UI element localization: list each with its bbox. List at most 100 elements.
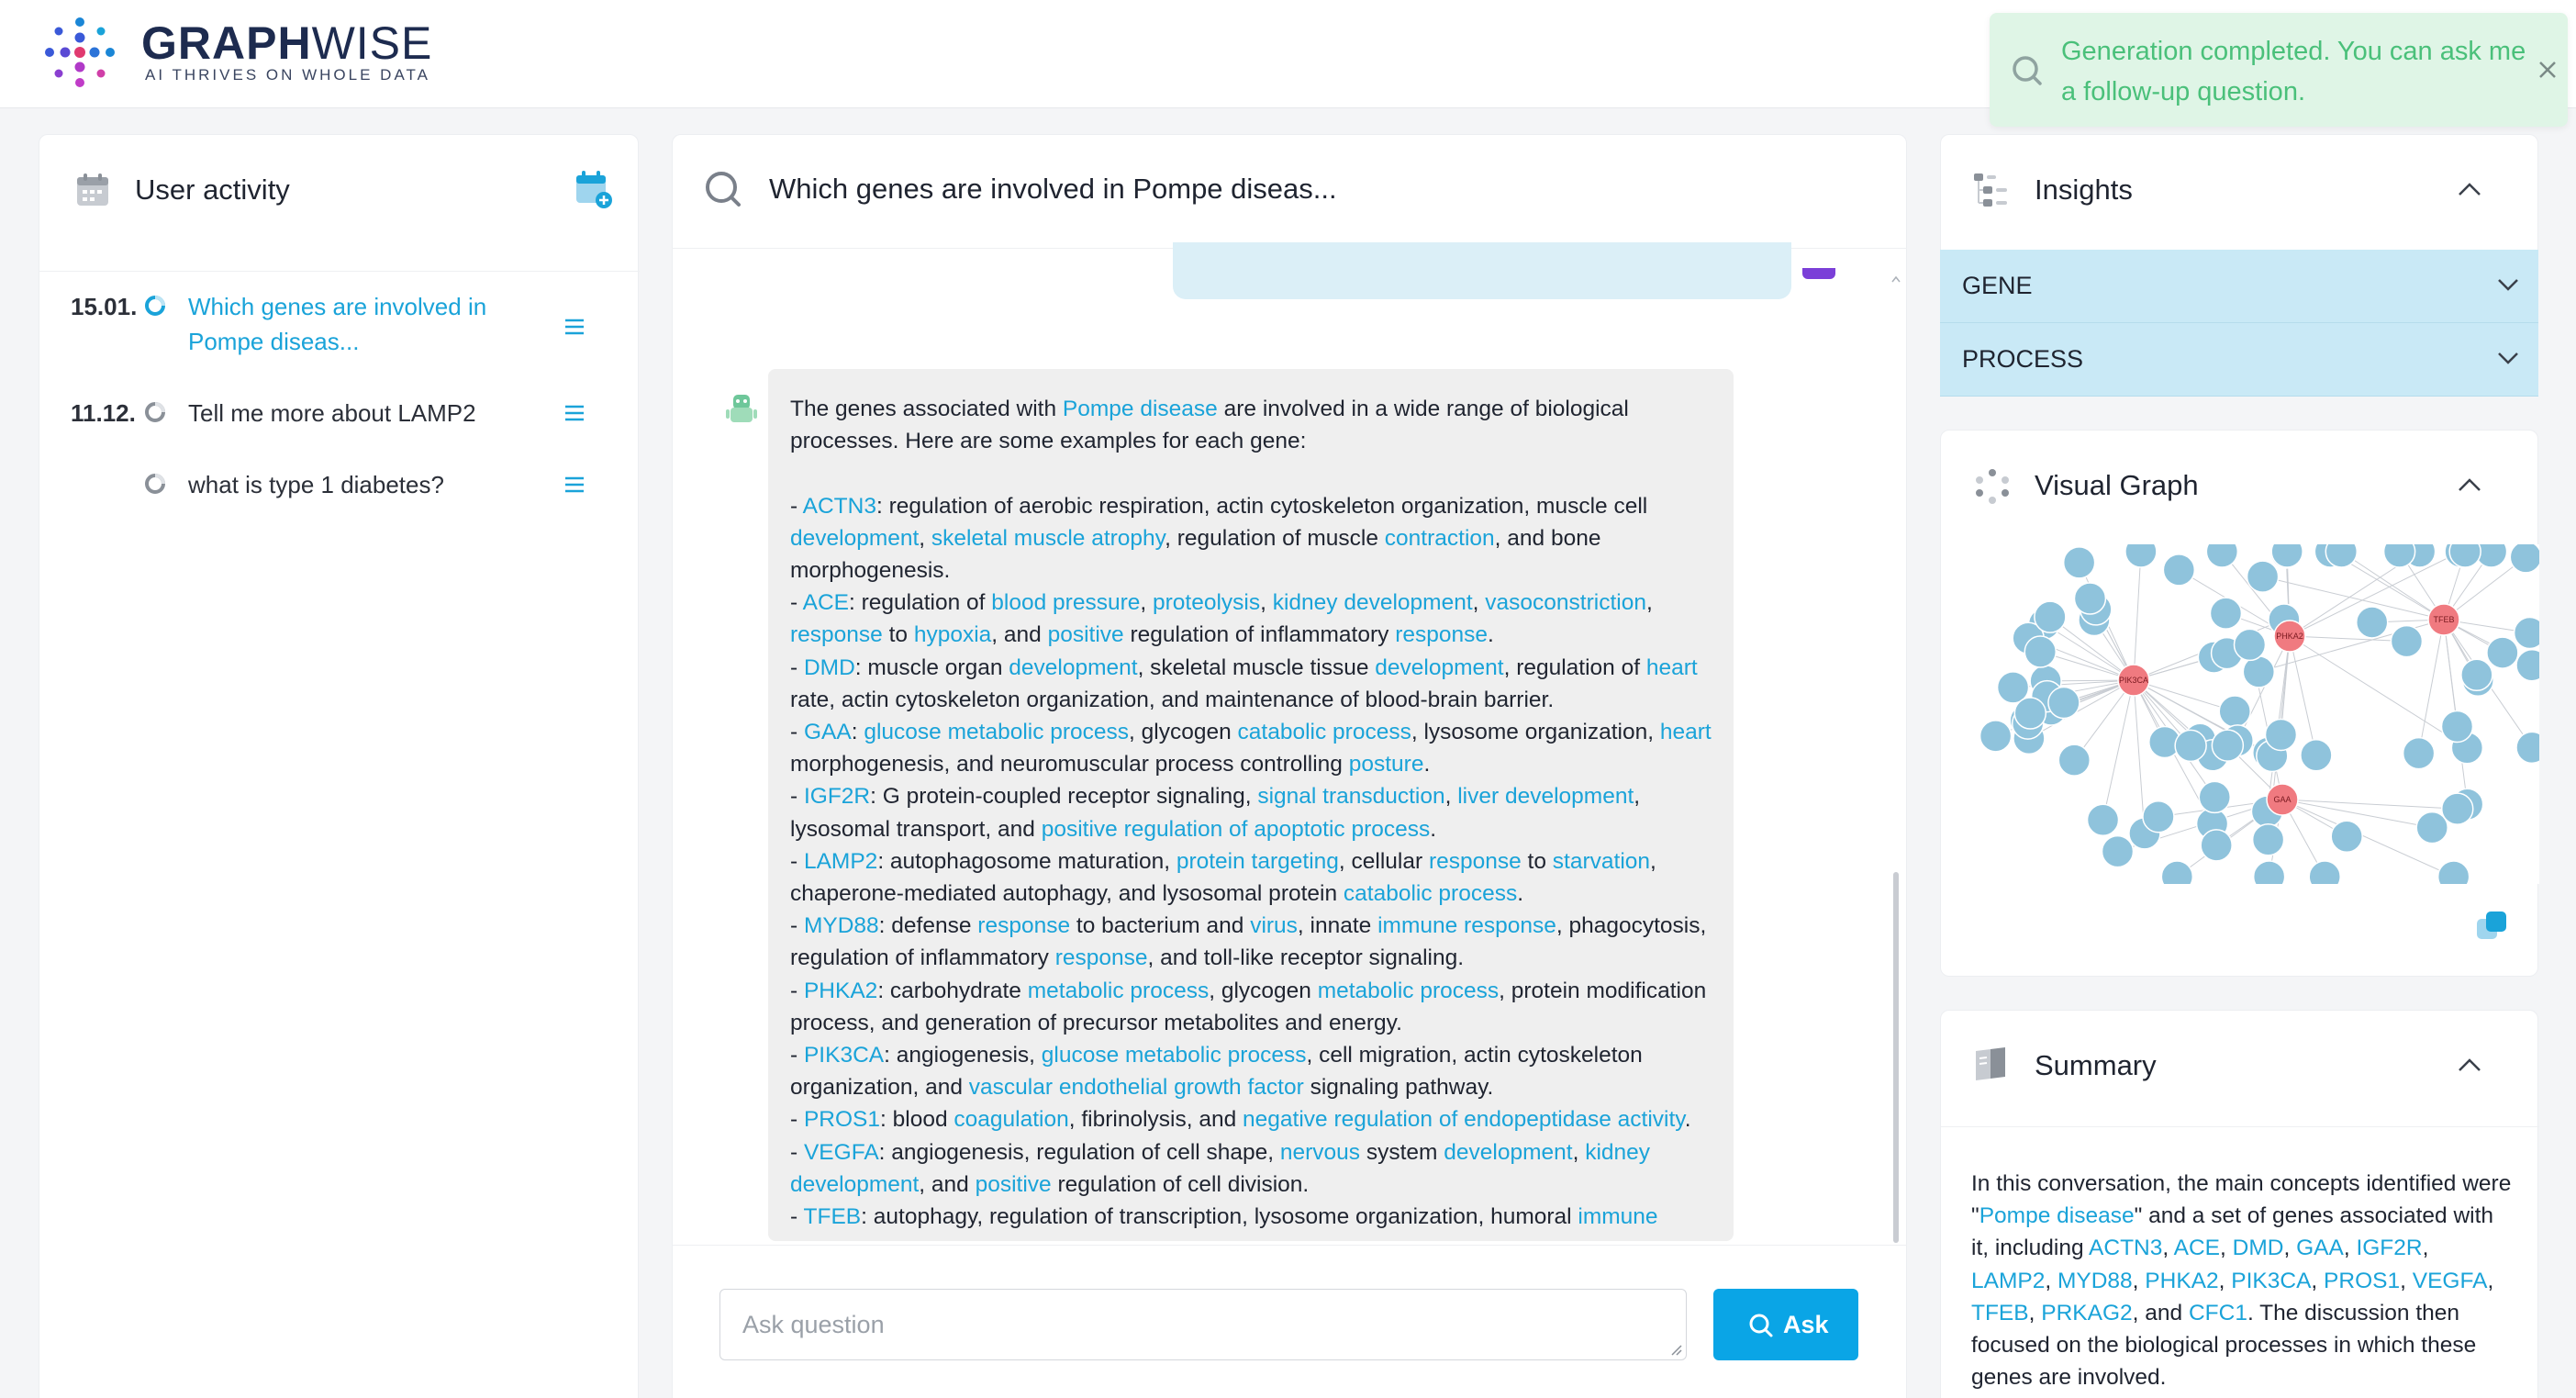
fullscreen-graph-icon[interactable]	[2473, 908, 2510, 945]
concept-link[interactable]: IGF2R	[804, 784, 870, 809]
concept-link[interactable]: PROS1	[804, 1107, 880, 1132]
concept-link[interactable]: IGF2R	[2356, 1236, 2422, 1260]
history-item-text[interactable]: Which genes are involved in Pompe diseas…	[188, 289, 519, 359]
graph-node[interactable]	[2509, 544, 2539, 574]
graph-node[interactable]	[2390, 624, 2424, 658]
graph-node[interactable]	[2513, 616, 2539, 650]
concept-link[interactable]: development	[1375, 655, 1503, 680]
ask-question-input[interactable]	[720, 1290, 1686, 1359]
graph-node[interactable]	[2251, 823, 2285, 856]
graph-node[interactable]	[1979, 720, 2013, 753]
graph-node[interactable]	[2142, 800, 2175, 833]
graph-node[interactable]	[2047, 686, 2080, 720]
chevron-down-icon[interactable]	[2496, 277, 2520, 292]
concept-link[interactable]: positive regulation of apoptotic process	[1042, 817, 1431, 842]
concept-link[interactable]: response	[1429, 849, 1522, 874]
concept-link[interactable]: starvation	[1553, 849, 1650, 874]
concept-link[interactable]: posture	[1349, 752, 1424, 777]
concept-link[interactable]: kidney development	[1273, 590, 1473, 615]
concept-link[interactable]: ACTN3	[803, 494, 876, 519]
concept-link[interactable]: blood pressure	[991, 590, 1140, 615]
concept-link[interactable]: catabolic process	[1344, 881, 1517, 906]
concept-link[interactable]: ACE	[803, 590, 849, 615]
graph-node[interactable]	[2233, 628, 2267, 662]
concept-link[interactable]: heart	[1660, 720, 1712, 744]
concept-link[interactable]: glucose metabolic process	[1042, 1043, 1307, 1068]
concept-link[interactable]: catabolic process	[1238, 720, 1411, 744]
concept-link[interactable]: GAA	[2296, 1236, 2344, 1260]
graph-node[interactable]	[2211, 729, 2245, 762]
concept-link[interactable]: PRKAG2	[2041, 1301, 2132, 1325]
concept-link[interactable]: skeletal muscle atrophy	[931, 526, 1165, 551]
concept-link[interactable]: MYD88	[2057, 1269, 2133, 1293]
concept-link[interactable]: heart	[1646, 655, 1698, 680]
graph-node[interactable]	[2101, 834, 2135, 868]
graph-node[interactable]	[2440, 792, 2474, 825]
concept-link[interactable]: nervous	[1280, 1140, 1360, 1165]
concept-link[interactable]: VEGFA	[804, 1140, 879, 1165]
insight-row-process[interactable]: PROCESS	[1940, 323, 2538, 397]
history-item-text[interactable]: what is type 1 diabetes?	[188, 467, 537, 502]
concept-link[interactable]: LAMP2	[1971, 1269, 2045, 1293]
concept-link[interactable]: glucose metabolic process	[864, 720, 1129, 744]
concept-link[interactable]: immune response	[1377, 913, 1556, 938]
concept-link[interactable]: vasoconstriction	[1485, 590, 1646, 615]
concept-link[interactable]: virus	[1250, 913, 1298, 938]
chevron-up-icon[interactable]	[2457, 476, 2482, 493]
history-item-text[interactable]: Tell me more about LAMP2	[188, 396, 537, 431]
concept-link[interactable]: metabolic process	[1318, 979, 1499, 1003]
close-icon[interactable]	[2531, 53, 2564, 86]
graph-node[interactable]	[2264, 718, 2298, 752]
concept-link[interactable]: development	[1009, 655, 1137, 680]
graph-node[interactable]	[2486, 636, 2519, 669]
concept-link[interactable]: PROS1	[2324, 1269, 2400, 1293]
graph-node[interactable]	[2402, 736, 2436, 770]
concept-link[interactable]: vascular endothelial growth factor	[969, 1075, 1304, 1100]
graph-node[interactable]	[2034, 600, 2067, 633]
graph-node[interactable]	[2013, 697, 2047, 730]
concept-link[interactable]: contraction	[1385, 526, 1495, 551]
graph-node[interactable]	[2162, 554, 2196, 587]
graph-node[interactable]	[2174, 729, 2207, 763]
visual-graph-canvas[interactable]: PIK3CA PHKA2 TFEB GAA	[1941, 544, 2539, 884]
concept-link[interactable]: development	[790, 526, 919, 551]
concept-link[interactable]: positive	[976, 1172, 1052, 1197]
graph-node[interactable]	[2057, 744, 2091, 777]
concept-link[interactable]: negative regulation of endopeptidase act…	[1243, 1107, 1685, 1132]
concept-link[interactable]: MYD88	[804, 913, 879, 938]
graph-node[interactable]	[2460, 658, 2493, 692]
graph-node[interactable]	[2024, 635, 2057, 668]
graph-node[interactable]	[2218, 695, 2251, 728]
concept-link[interactable]: PHKA2	[804, 979, 877, 1003]
concept-link[interactable]: TFEB	[804, 1204, 862, 1229]
concept-link[interactable]: immune	[1578, 1204, 1657, 1229]
ask-question-field[interactable]	[719, 1289, 1687, 1360]
ask-button[interactable]: Ask	[1713, 1289, 1858, 1360]
graph-node[interactable]	[2209, 597, 2243, 630]
graph-node[interactable]	[2200, 829, 2233, 862]
concept-link[interactable]: response	[790, 622, 883, 647]
concept-link[interactable]: PIK3CA	[804, 1043, 884, 1068]
graph-node[interactable]	[2330, 820, 2363, 854]
chevron-up-icon[interactable]	[2457, 1057, 2482, 1073]
graph-node[interactable]	[2198, 780, 2232, 814]
concept-link[interactable]: DMD	[2233, 1236, 2284, 1260]
graph-node[interactable]	[2440, 710, 2474, 744]
graph-node[interactable]	[2073, 582, 2107, 615]
graph-node[interactable]	[2062, 546, 2096, 579]
concept-link[interactable]: development	[1444, 1140, 1572, 1165]
concept-link[interactable]: proteolysis	[1153, 590, 1260, 615]
graph-node[interactable]	[2246, 560, 2280, 593]
list-menu-icon[interactable]	[563, 473, 586, 497]
graph-node[interactable]	[2415, 811, 2448, 844]
concept-link[interactable]: PHKA2	[2145, 1269, 2218, 1293]
concept-link[interactable]: Pompe disease	[1979, 1203, 2135, 1228]
chevron-down-icon[interactable]	[2496, 351, 2520, 365]
graph-node[interactable]	[2086, 803, 2120, 837]
scroll-up-arrow-icon[interactable]	[1891, 275, 1901, 283]
concept-link[interactable]: response	[1055, 945, 1148, 970]
list-menu-icon[interactable]	[563, 401, 586, 425]
concept-link[interactable]: CFC1	[2189, 1301, 2247, 1325]
concept-link[interactable]: LAMP2	[804, 849, 877, 874]
concept-link[interactable]: GAA	[804, 720, 852, 744]
